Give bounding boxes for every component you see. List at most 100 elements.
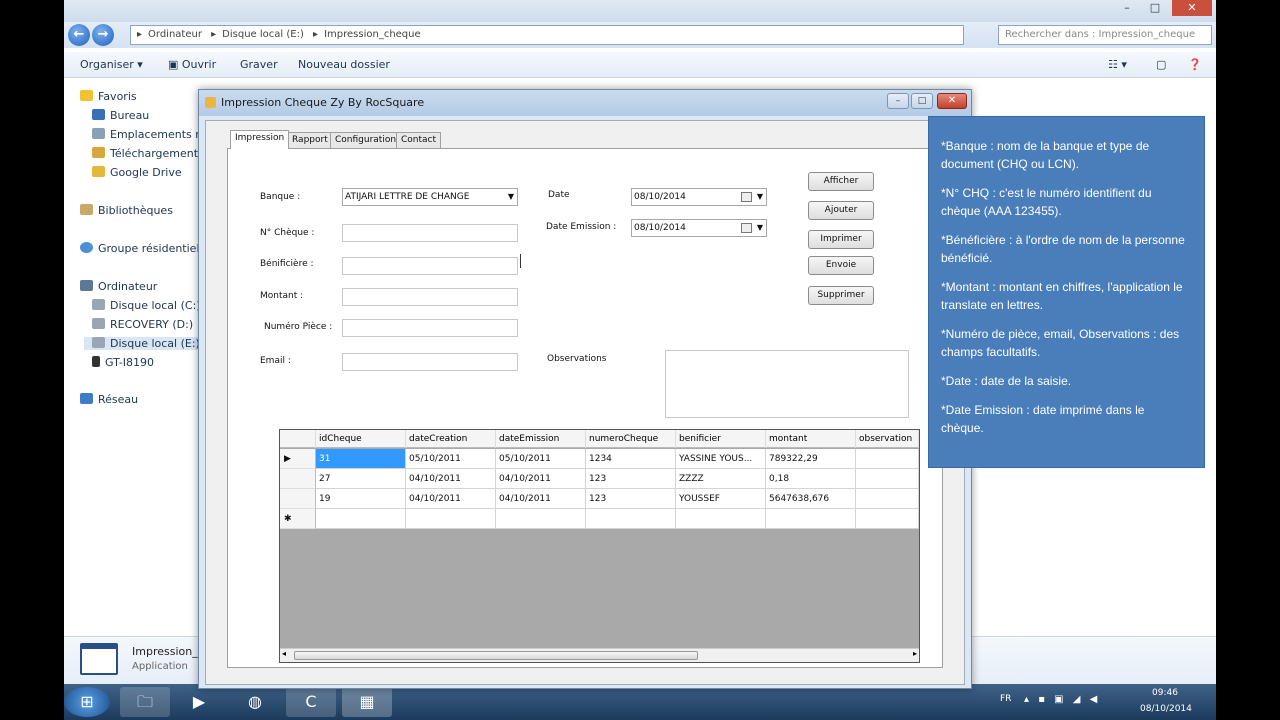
sidebar-item-libraries[interactable]: Bibliothèques xyxy=(80,204,173,217)
email-input[interactable] xyxy=(342,353,518,371)
table-cell[interactable] xyxy=(856,489,919,509)
clock-time[interactable]: 09:46 xyxy=(1152,688,1178,698)
table-cell[interactable]: ZZZZ xyxy=(676,469,766,489)
bank-select[interactable]: ATIJARI LETTRE DE CHANGE ▼ xyxy=(342,188,518,206)
table-row[interactable]: ▶ 31 05/10/2011 05/10/2011 1234 YASSINE … xyxy=(280,449,919,469)
sidebar-item-google-drive[interactable]: Google Drive xyxy=(92,166,182,179)
table-cell[interactable]: 123 xyxy=(586,469,676,489)
table-cell[interactable]: YOUSSEF xyxy=(676,489,766,509)
piece-number-input[interactable] xyxy=(342,319,518,337)
emission-date-picker[interactable]: 08/10/2014 ▼ xyxy=(631,219,767,237)
sidebar-item-homegroup[interactable]: Groupe résidentiel xyxy=(80,242,200,255)
tab-contact[interactable]: Contact xyxy=(396,132,442,148)
open-button[interactable]: ▣ Ouvrir xyxy=(168,58,216,71)
column-header-datecreation[interactable]: dateCreation xyxy=(406,430,496,448)
breadcrumb-computer[interactable]: Ordinateur xyxy=(148,29,202,40)
column-header-montant[interactable]: montant xyxy=(766,430,856,448)
delete-button[interactable]: Supprimer xyxy=(808,286,874,305)
scroll-right-icon[interactable]: ▸ xyxy=(913,649,917,658)
maximize-icon[interactable]: □ xyxy=(1144,0,1166,16)
breadcrumb-folder[interactable]: Impression_cheque xyxy=(324,29,421,40)
view-options-icon[interactable]: ☷ ▾ xyxy=(1108,58,1127,71)
beneficiary-input[interactable] xyxy=(342,257,518,275)
table-cell[interactable]: 04/10/2011 xyxy=(406,469,496,489)
table-row[interactable]: 19 04/10/2011 04/10/2011 123 YOUSSEF 564… xyxy=(280,489,919,509)
table-cell[interactable]: 1234 xyxy=(586,449,676,469)
table-cell[interactable]: 123 xyxy=(586,489,676,509)
help-icon[interactable]: ❓ xyxy=(1188,58,1202,71)
search-input[interactable]: Rechercher dans : Impression_cheque xyxy=(998,25,1212,45)
table-cell[interactable] xyxy=(676,509,766,529)
column-header-numerocheque[interactable]: numeroCheque xyxy=(586,430,676,448)
taskbar-app-icon[interactable]: ▦ xyxy=(342,687,392,717)
table-cell[interactable]: 27 xyxy=(316,469,406,489)
send-button[interactable]: Envoie xyxy=(808,256,874,275)
sidebar-item-computer[interactable]: Ordinateur xyxy=(80,280,157,293)
table-cell[interactable] xyxy=(856,469,919,489)
table-cell[interactable]: 31 xyxy=(316,449,406,469)
language-indicator[interactable]: FR xyxy=(1000,694,1011,704)
row-header[interactable] xyxy=(280,469,316,489)
table-cell[interactable] xyxy=(496,509,586,529)
close-icon[interactable]: ✕ xyxy=(1172,0,1212,16)
table-cell[interactable] xyxy=(316,509,406,529)
sidebar-item-drive-c[interactable]: Disque local (C:) xyxy=(92,299,201,312)
burn-button[interactable]: Graver xyxy=(240,58,278,71)
table-cell[interactable]: 5647638,676 xyxy=(766,489,856,509)
tab-impression[interactable]: Impression xyxy=(230,130,290,149)
app-titlebar[interactable]: Impression Cheque Zy By RocSquare – □ ✕ xyxy=(199,90,971,116)
show-button[interactable]: Afficher xyxy=(808,172,874,191)
minimize-icon[interactable]: – xyxy=(1116,0,1138,16)
scroll-left-icon[interactable]: ◂ xyxy=(282,649,286,658)
back-icon[interactable]: ← xyxy=(68,24,90,46)
cheques-grid[interactable]: idCheque dateCreation dateEmission numer… xyxy=(279,429,920,663)
observations-textarea[interactable] xyxy=(665,350,909,418)
table-cell[interactable] xyxy=(406,509,496,529)
column-header-observation[interactable]: observation xyxy=(856,430,919,448)
table-cell[interactable]: 0,18 xyxy=(766,469,856,489)
tab-configuration[interactable]: Configuration xyxy=(330,132,402,148)
start-button[interactable]: ⊞ xyxy=(64,687,110,717)
tray-icons[interactable]: ▴ ▪ ▣ ◢ ◀ xyxy=(1024,694,1100,705)
table-cell[interactable]: 05/10/2011 xyxy=(406,449,496,469)
app-maximize-icon[interactable]: □ xyxy=(911,93,933,109)
taskbar-firefox-icon[interactable]: ◍ xyxy=(230,687,280,717)
column-header-benificier[interactable]: benificier xyxy=(676,430,766,448)
table-cell[interactable]: 05/10/2011 xyxy=(496,449,586,469)
table-cell[interactable] xyxy=(586,509,676,529)
table-cell[interactable] xyxy=(856,449,919,469)
app-minimize-icon[interactable]: – xyxy=(887,93,909,109)
preview-pane-icon[interactable]: ▢ xyxy=(1156,58,1166,71)
row-header[interactable] xyxy=(280,489,316,509)
app-close-icon[interactable]: ✕ xyxy=(937,93,967,109)
column-header-dateemission[interactable]: dateEmission xyxy=(496,430,586,448)
table-cell[interactable]: 789322,29 xyxy=(766,449,856,469)
scrollbar-thumb[interactable] xyxy=(294,651,698,660)
add-button[interactable]: Ajouter xyxy=(808,201,874,220)
date-picker[interactable]: 08/10/2014 ▼ xyxy=(631,188,767,206)
sidebar-item-recent-places[interactable]: Emplacements réc xyxy=(92,128,212,141)
table-row[interactable]: 27 04/10/2011 04/10/2011 123 ZZZZ 0,18 xyxy=(280,469,919,489)
new-row-icon[interactable]: ✱ xyxy=(280,509,316,529)
cheque-number-input[interactable] xyxy=(342,224,518,242)
sidebar-item-favorites[interactable]: Favoris xyxy=(80,90,137,103)
table-cell[interactable] xyxy=(766,509,856,529)
sidebar-item-drive-d[interactable]: RECOVERY (D:) xyxy=(92,318,193,331)
tab-rapport[interactable]: Rapport xyxy=(287,132,333,148)
amount-input[interactable] xyxy=(342,288,518,306)
sidebar-item-desktop[interactable]: Bureau xyxy=(92,109,149,122)
current-row-icon[interactable]: ▶ xyxy=(280,449,316,469)
new-folder-button[interactable]: Nouveau dossier xyxy=(298,58,390,71)
breadcrumb-drive[interactable]: Disque local (E:) xyxy=(222,29,304,40)
organize-button[interactable]: Organiser ▾ xyxy=(80,58,143,71)
horizontal-scrollbar[interactable]: ◂ ▸ xyxy=(280,648,919,662)
table-cell[interactable]: 04/10/2011 xyxy=(496,489,586,509)
table-cell[interactable]: 04/10/2011 xyxy=(406,489,496,509)
table-cell[interactable]: 19 xyxy=(316,489,406,509)
table-cell[interactable]: YASSINE YOUS... xyxy=(676,449,766,469)
column-header-idcheque[interactable]: idCheque xyxy=(316,430,406,448)
sidebar-item-network[interactable]: Réseau xyxy=(80,393,138,406)
table-cell[interactable] xyxy=(856,509,919,529)
sidebar-item-downloads[interactable]: Téléchargements xyxy=(92,147,204,160)
address-field[interactable]: ▸ Ordinateur ▸ Disque local (E:) ▸ Impressi… xyxy=(130,25,964,45)
